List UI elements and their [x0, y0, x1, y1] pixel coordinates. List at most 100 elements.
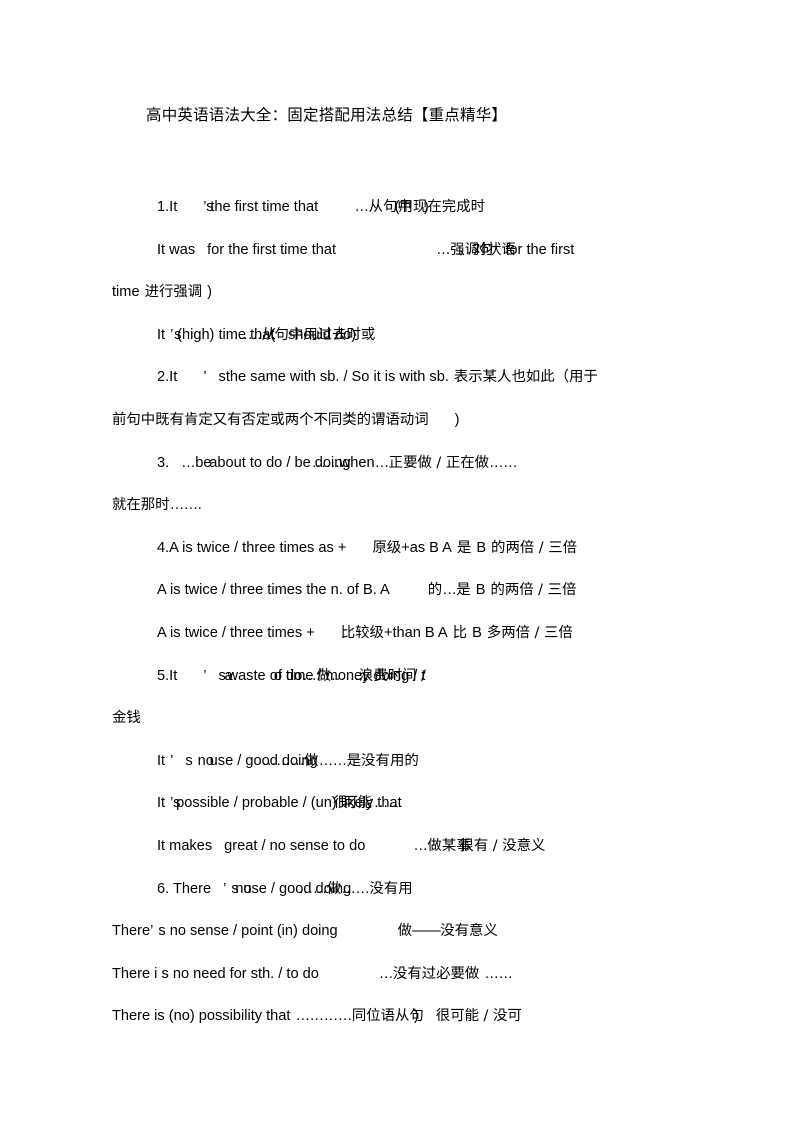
- content-line: 5.It’ s a waste of time / money doing / to …: [112, 655, 688, 698]
- line-run: B: [475, 582, 486, 599]
- overlapping-run: ’ s the first time that: [203, 186, 318, 229]
- line-run: the first time that: [210, 199, 319, 215]
- content-line: A is twice / three times + 比较级+than B A比B…: [112, 612, 688, 655]
- line-run: ……: [489, 454, 518, 471]
- line-run: 可能: [343, 795, 373, 812]
- content-line: There is (no) possibility that …………同位语从句)…: [112, 995, 688, 1038]
- line-run: ……: [484, 965, 513, 982]
- line-run: 的: [427, 582, 443, 599]
- line-run: 做: [397, 923, 413, 940]
- line-run: There is (no) possibility that: [112, 1008, 291, 1025]
- line-run: ……: [318, 752, 348, 769]
- line-run: 原级: [372, 539, 402, 556]
- line-run: ’: [170, 326, 174, 343]
- content-line: It makes great / no sense to do …做某事 很有 / 没…: [112, 825, 688, 868]
- overlapping-run: 做某事 很有 / 没意义: [427, 825, 545, 868]
- overlapping-run: 很可能: [333, 782, 372, 825]
- line-run: about to do / be doing: [209, 454, 351, 471]
- line-run: B: [472, 624, 482, 641]
- content-line: It’ s (high) time that ……从(句中用过去时或 should do…: [112, 314, 688, 357]
- line-run: It: [157, 326, 166, 343]
- line-run: great / no sense to do: [224, 837, 366, 854]
- line-run: …………: [295, 1008, 352, 1025]
- line-run: 比较级: [340, 624, 384, 641]
- line-run: 正要做 / 正在做: [388, 454, 490, 471]
- line-run: ——: [412, 923, 441, 940]
- line-run: A is twice / three times +: [157, 624, 315, 641]
- content-line: It’ s no use / good doing ………做……是没有用的: [112, 740, 688, 783]
- overlapping-run: 从(句中用过去时或: [262, 314, 376, 357]
- content-line: 6. There’ s no use / good doing ……做……没有用: [112, 868, 688, 911]
- line-run: ): [454, 411, 460, 428]
- overlapping-run: 同位语从句): [352, 995, 424, 1038]
- line-run: (high) time that: [177, 326, 275, 343]
- line-run: ，对状语: [458, 241, 516, 258]
- line-run: 没有过必要做: [392, 965, 480, 982]
- line-run: s: [185, 752, 193, 769]
- line-run: 金钱: [112, 710, 141, 727]
- line-run: 句中用过去时或: [274, 326, 376, 343]
- content-line: A is twice / three times the n. of B. A 的…: [112, 569, 688, 612]
- line-run: ): [413, 1008, 419, 1025]
- content-line: 3. …be about to do / be doing ……when…正要做 / …: [112, 442, 688, 485]
- line-run: 3.: [157, 454, 170, 471]
- line-run: 的两倍 / 三倍: [491, 539, 577, 556]
- line-run: It makes: [157, 837, 213, 854]
- line-run: time: [112, 284, 140, 301]
- line-run: use / good doing: [209, 752, 318, 769]
- line-run: It: [157, 752, 166, 769]
- line-run: …: [413, 837, 428, 854]
- document-body: 1.It’ s the first time that …从句中(用现在完成时) It…: [112, 186, 688, 1038]
- line-run: s: [218, 369, 226, 386]
- line-run: 6. There: [157, 880, 212, 897]
- overlapping-run: s a waste of time / money doing / t: [219, 655, 426, 698]
- line-run: It: [157, 795, 166, 812]
- line-run: 4.A is twice / three times as +: [157, 539, 347, 556]
- page-title: 高中英语语法大全：固定搭配用法总结【重点精华】: [146, 107, 508, 124]
- line-run: 是没有用的: [346, 752, 419, 769]
- line-run: ’: [223, 880, 227, 897]
- line-run: for the first time that: [207, 241, 337, 258]
- line-run: There: [112, 923, 151, 940]
- line-run: …: [181, 454, 196, 471]
- line-run: use / good doing: [243, 880, 352, 897]
- line-run: ’: [203, 667, 207, 684]
- line-run: s no sense / point (in) doing: [158, 923, 338, 940]
- line-run: 是: [456, 539, 472, 556]
- content-line: There i s no need for sth. / to do …没有过必要…: [112, 953, 688, 996]
- line-run: …: [436, 241, 451, 258]
- line-run: 表示某人也如此（用于: [453, 369, 598, 386]
- content-line: 4.A is twice / three times as + 原级+as B A…: [112, 527, 688, 570]
- line-run: …….: [169, 497, 202, 514]
- line-run: …: [374, 454, 390, 471]
- line-run: 很可能 / 没可: [435, 1008, 522, 1025]
- line-run: …: [442, 582, 457, 599]
- content-line: It was for the first time that …强调句 ，对状语 for…: [112, 229, 688, 272]
- line-run: ’: [150, 923, 154, 940]
- overlapping-run: 从句中(用现在完成时: [369, 186, 485, 229]
- content-line: 1.It’ s the first time that …从句中(用现在完成时): [112, 186, 688, 229]
- line-run: ’: [170, 752, 174, 769]
- line-run: the same with sb. / So it is with sb.: [225, 369, 449, 386]
- line-run: waste of time / money doing / t: [227, 667, 426, 684]
- line-run: 5.It: [157, 667, 178, 684]
- content-line: time 进行强调): [112, 271, 688, 314]
- overlapping-run: no use / good doing: [198, 740, 318, 783]
- content-line: 就在那时…….: [112, 484, 688, 527]
- content-line: 前句中既有肯定又有否定或两个不同类的谓语动词): [112, 399, 688, 442]
- overlapping-run: be about to do / be doing: [195, 442, 350, 485]
- overlapping-run: s no use / good doing: [231, 868, 351, 911]
- line-run: It was: [157, 241, 196, 258]
- line-run: …: [354, 199, 370, 215]
- line-run: 多两倍 / 三倍: [486, 624, 573, 641]
- content-line: It’ s possible / probable / (un) likely th…: [112, 782, 688, 825]
- line-run: ’: [203, 369, 207, 386]
- line-run: 很有 / 没意义: [459, 837, 546, 854]
- line-run: 没有意义: [440, 923, 498, 940]
- line-run: 1.It: [157, 199, 178, 215]
- overlapping-run: ’ s possible / probable / (un) likely that: [170, 782, 402, 825]
- line-run: 进行强调: [144, 284, 203, 301]
- line-run: 比: [452, 624, 468, 641]
- content-line: 2.It ’ sthe same with sb. / So it is with …: [112, 356, 688, 399]
- line-run: +as B A: [401, 539, 452, 556]
